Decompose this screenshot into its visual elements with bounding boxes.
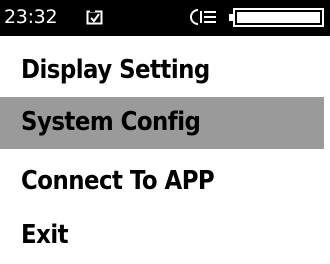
device-screen: 23:32 Display Setting System Config Conn	[0, 0, 330, 264]
menu-item-label: System Config	[21, 107, 201, 137]
menu-item-label: Exit	[21, 220, 69, 250]
battery-full-icon	[229, 8, 324, 27]
menu-item-connect-to-app[interactable]: Connect To APP	[0, 156, 324, 208]
flash-status-icon	[190, 9, 216, 25]
settings-menu: Display Setting System Config Connect To…	[0, 38, 330, 264]
menu-item-system-config[interactable]: System Config	[0, 97, 324, 149]
menu-item-label: Connect To APP	[21, 166, 215, 196]
menu-item-display-setting[interactable]: Display Setting	[0, 45, 324, 97]
menu-item-label: Display Setting	[21, 55, 210, 85]
menu-item-exit[interactable]: Exit	[0, 210, 324, 262]
status-bar: 23:32	[0, 0, 330, 36]
clock-time: 23:32	[4, 6, 58, 28]
message-icon	[86, 9, 103, 25]
